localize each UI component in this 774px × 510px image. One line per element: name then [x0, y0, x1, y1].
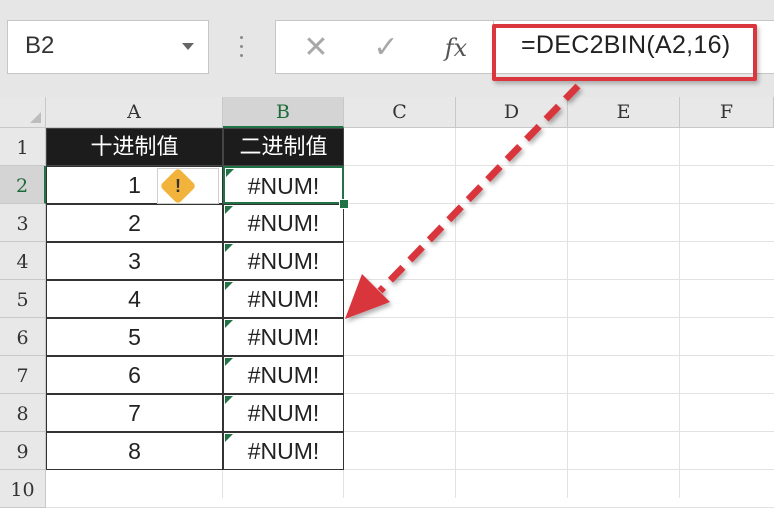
- annotation-arrow: [345, 83, 581, 319]
- gridline-horizontal: [46, 507, 774, 508]
- annotation-arrow-shaft: [377, 83, 581, 294]
- annotation-arrow-head: [345, 274, 390, 319]
